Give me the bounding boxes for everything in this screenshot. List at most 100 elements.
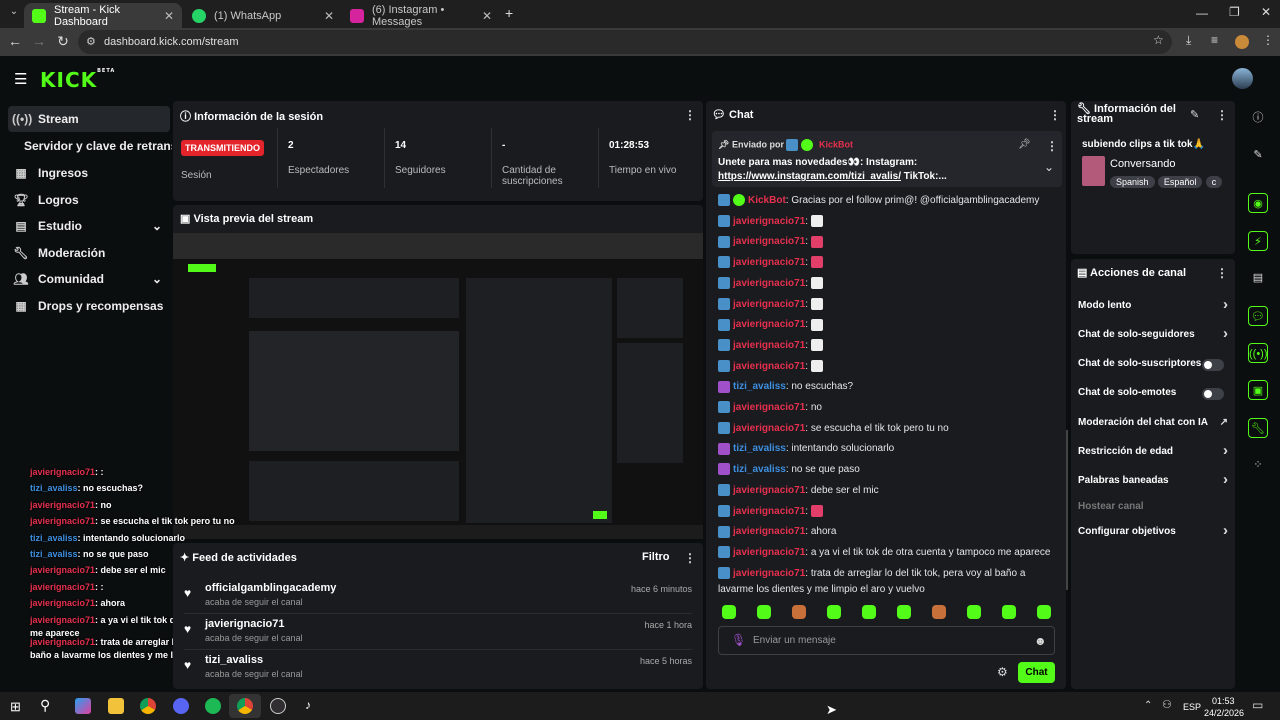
quick-emote-icon[interactable]	[897, 605, 911, 619]
close-icon[interactable]: ✕	[324, 9, 334, 23]
chat-username[interactable]: javierignacio71	[733, 485, 805, 496]
channel-action-restricci-n-de-edad[interactable]: Restricción de edad ›	[1078, 442, 1228, 460]
chat-username[interactable]: javierignacio71	[733, 547, 805, 558]
quick-emote-icon[interactable]	[1002, 605, 1016, 619]
unpin-icon[interactable]: 📌︎	[1018, 139, 1031, 150]
sidebar-item-ingresos[interactable]: ▦ Ingresos	[8, 160, 170, 186]
emoji-picker-icon[interactable]: ☻	[1034, 634, 1047, 648]
quick-emote-icon[interactable]	[1037, 605, 1051, 619]
document-icon[interactable]: ▤	[1248, 268, 1268, 288]
restore-button[interactable]: ❐	[1229, 5, 1240, 19]
feed-filter-button[interactable]: Filtro	[642, 551, 670, 563]
chat-username[interactable]: tizi_avaliss	[733, 443, 786, 454]
info-icon[interactable]: ⓘ	[1248, 108, 1268, 128]
sidebar-item-logros[interactable]: 🏆︎ Logros	[8, 187, 170, 213]
back-icon[interactable]: ←	[4, 33, 26, 49]
chat-username[interactable]: javierignacio71	[733, 506, 805, 517]
channel-action-chat-de-solo-emotes[interactable]: Chat de solo-emotes	[1078, 387, 1228, 401]
tray-chevron-up-icon[interactable]: ⌃	[1144, 700, 1152, 711]
new-tab-button[interactable]: +	[505, 5, 513, 21]
reload-icon[interactable]: ↻	[52, 33, 74, 50]
chat-username[interactable]: javierignacio71	[733, 402, 805, 413]
minimize-button[interactable]: —	[1196, 6, 1208, 20]
tab-instagram[interactable]: (6) Instagram • Messages ✕	[342, 3, 500, 28]
quick-emote-icon[interactable]	[757, 605, 771, 619]
chat-username[interactable]: javierignacio71	[733, 216, 805, 227]
apps-icon[interactable]: ⁘	[1248, 455, 1268, 475]
file-explorer-icon[interactable]	[108, 698, 124, 714]
tab-kick-dashboard[interactable]: Stream - Kick Dashboard ✕	[24, 3, 182, 28]
network-icon[interactable]: ⚇	[1162, 698, 1172, 711]
channel-action-configurar-objetivos[interactable]: Configurar objetivos ›	[1078, 522, 1228, 540]
chat-username[interactable]: javierignacio71	[733, 278, 805, 289]
sidebar-item-estudio[interactable]: ▤ Estudio ⌄	[8, 213, 170, 239]
chat-username[interactable]: tizi_avaliss	[733, 381, 786, 392]
discord-icon[interactable]	[173, 698, 189, 714]
chat-username[interactable]: tizi_avaliss	[733, 464, 786, 475]
clock-date[interactable]: 24/2/2026	[1204, 708, 1244, 718]
sidebar-item-server-key[interactable]: Servidor y clave de retransm	[20, 133, 172, 159]
quick-emote-icon[interactable]	[967, 605, 981, 619]
quick-emote-icon[interactable]	[932, 605, 946, 619]
sidebar-item-moderacion[interactable]: 🔧︎ Moderación	[8, 240, 170, 266]
chat-username[interactable]: KickBot	[748, 195, 786, 206]
windows-start-icon[interactable]: ⊞	[10, 699, 21, 715]
toggle-switch[interactable]	[1202, 359, 1224, 371]
category-name[interactable]: Conversando	[1110, 158, 1175, 170]
tiktok-icon[interactable]: ♪	[305, 698, 311, 712]
chrome-icon[interactable]	[237, 698, 253, 714]
tag[interactable]: Spanish	[1110, 176, 1155, 188]
pinned-menu-icon[interactable]: ⋮	[1046, 139, 1058, 153]
quick-emote-icon[interactable]	[862, 605, 876, 619]
chat-input[interactable]: 🎙︎ Enviar un mensaje ☻	[718, 626, 1055, 655]
toggle-switch[interactable]	[1202, 388, 1224, 400]
lightning-icon[interactable]: ⚡︎	[1248, 231, 1268, 251]
copilot-icon[interactable]	[75, 698, 91, 714]
notifications-icon[interactable]: ▭	[1252, 698, 1263, 712]
layout-icon[interactable]: ▣	[1248, 380, 1268, 400]
spotify-icon[interactable]	[205, 698, 221, 714]
chat-rail-icon[interactable]: 💬︎	[1248, 306, 1268, 326]
settings-wrench-icon[interactable]: 🔧︎	[1248, 418, 1268, 438]
chat-username[interactable]: javierignacio71	[733, 257, 805, 268]
edit-icon[interactable]: ✎	[1248, 145, 1268, 165]
edit-stream-info-icon[interactable]: ✎	[1190, 108, 1199, 121]
chat-username[interactable]: javierignacio71	[733, 423, 805, 434]
media-icon[interactable]: ≡	[1211, 33, 1218, 47]
send-chat-button[interactable]: Chat	[1018, 662, 1055, 683]
channel-action-modo-lento[interactable]: Modo lento ›	[1078, 296, 1228, 314]
chat-menu-icon[interactable]: ⋮	[1049, 108, 1061, 122]
channel-actions-menu-icon[interactable]: ⋮	[1216, 266, 1228, 280]
site-info-icon[interactable]: ⚙	[86, 30, 96, 54]
quick-emote-icon[interactable]	[722, 605, 736, 619]
close-window-button[interactable]: ✕	[1261, 5, 1271, 19]
hamburger-menu-icon[interactable]: ☰	[14, 70, 27, 88]
chat-scrollbar[interactable]	[1066, 430, 1068, 590]
tab-whatsapp[interactable]: (1) WhatsApp ✕	[184, 3, 342, 28]
bookmark-star-icon[interactable]: ☆	[1153, 33, 1164, 47]
tag[interactable]: c	[1205, 176, 1223, 188]
session-menu-icon[interactable]: ⋮	[684, 108, 696, 122]
channel-action-chat-de-solo-suscriptores[interactable]: Chat de solo-suscriptores	[1078, 358, 1228, 372]
address-bar[interactable]: ⚙ dashboard.kick.com/stream	[78, 30, 1172, 54]
quick-emote-icon[interactable]	[792, 605, 806, 619]
expand-pinned-icon[interactable]: ⌄	[1044, 160, 1054, 174]
broadcast-icon[interactable]: ((•))	[1248, 343, 1268, 363]
channel-action-palabras-baneadas[interactable]: Palabras baneadas ›	[1078, 471, 1228, 489]
chat-settings-icon[interactable]: ⚙	[997, 665, 1008, 679]
quick-emote-icon[interactable]	[827, 605, 841, 619]
record-icon[interactable]: ◉	[1248, 193, 1268, 213]
chat-username[interactable]: javierignacio71	[733, 568, 805, 579]
search-icon[interactable]: ⚲	[40, 697, 50, 714]
obs-icon[interactable]	[270, 698, 286, 714]
tab-list-icon[interactable]: ⌄	[6, 6, 22, 22]
pinned-link[interactable]: https://www.instagram.com/tizi_avalis/	[718, 171, 901, 182]
chat-username[interactable]: javierignacio71	[733, 361, 805, 372]
channel-action-chat-de-solo-seguidores[interactable]: Chat de solo-seguidores ›	[1078, 325, 1228, 343]
microphone-icon[interactable]: 🎙︎	[731, 633, 746, 647]
chrome-icon[interactable]	[140, 698, 156, 714]
downloads-icon[interactable]: ⤓	[1186, 33, 1191, 48]
close-icon[interactable]: ✕	[164, 9, 174, 23]
feed-menu-icon[interactable]: ⋮	[684, 551, 696, 565]
language-indicator[interactable]: ESP	[1183, 702, 1201, 712]
